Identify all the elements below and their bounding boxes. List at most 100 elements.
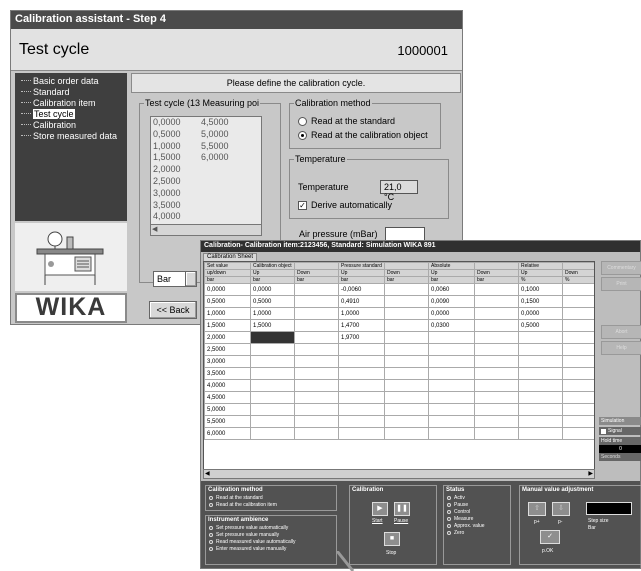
derive-automatically-checkbox[interactable]: ✓ Derive automatically [298,198,392,212]
table-cell[interactable] [338,343,385,356]
table-cell[interactable]: 1,0000 [204,307,251,320]
radio-icon[interactable] [209,495,213,500]
scroll-left-icon[interactable]: ◀ [205,470,210,477]
table-cell[interactable]: 1,5000 [204,319,251,332]
nav-item[interactable]: Test cycle [15,108,127,119]
table-cell[interactable] [384,379,429,392]
table-cell[interactable] [428,427,475,440]
unit-dropdown-button[interactable] [185,271,197,287]
method-pane-option[interactable]: Read at the standard [206,494,336,501]
table-cell[interactable] [294,283,339,296]
table-cell[interactable] [384,355,429,368]
commentary-button[interactable]: Commentary [601,261,641,275]
list-item[interactable]: 4,0000 [151,211,261,223]
ambience-option[interactable]: Set pressure value manually [206,531,336,538]
table-cell[interactable]: 0,1500 [518,295,563,308]
table-cell[interactable]: 3,0000 [204,355,251,368]
radio-icon[interactable] [209,525,213,530]
list-item[interactable]: 1,5000 6,0000 [151,152,261,164]
list-item[interactable]: 3,5000 [151,200,261,212]
table-cell[interactable] [518,367,563,380]
table-cell[interactable] [250,343,295,356]
measuring-points-list[interactable]: 0,0000 4,5000 0,5000 5,0000 1,0000 5,5000 1,50… [150,116,262,236]
table-cell[interactable] [562,295,594,308]
signal-checkbox[interactable]: Signal [599,427,641,435]
list-item[interactable]: 0,5000 5,0000 [151,129,261,141]
table-cell[interactable] [562,427,594,440]
table-cell[interactable]: 4,0000 [204,379,251,392]
table-cell[interactable] [474,319,519,332]
table-cell[interactable] [338,415,385,428]
grid-scrollbar[interactable]: ◀ ▶ [203,469,595,479]
table-cell[interactable] [294,319,339,332]
table-cell[interactable] [384,295,429,308]
table-cell[interactable] [294,379,339,392]
table-cell[interactable]: 2,0000 [204,331,251,344]
help-button[interactable]: Help [601,341,641,355]
table-cell[interactable] [250,331,295,344]
pause-button[interactable]: ❚❚ [394,502,410,516]
table-cell[interactable]: 0,0060 [428,283,475,296]
table-cell[interactable] [294,331,339,344]
table-cell[interactable] [384,331,429,344]
nav-item[interactable]: Basic order data [15,75,127,86]
table-cell[interactable] [428,355,475,368]
radio-icon[interactable] [209,546,213,551]
table-cell[interactable] [250,367,295,380]
table-cell[interactable] [428,343,475,356]
table-cell[interactable] [294,403,339,416]
table-cell[interactable] [384,403,429,416]
table-cell[interactable] [338,379,385,392]
table-cell[interactable]: 4,5000 [204,391,251,404]
print-button[interactable]: Print [601,277,641,291]
radio-icon[interactable] [209,532,213,537]
table-cell[interactable] [518,415,563,428]
table-cell[interactable]: 0,1000 [518,283,563,296]
table-cell[interactable]: 1,0000 [250,307,295,320]
table-cell[interactable]: 1,4700 [338,319,385,332]
checkbox-icon[interactable]: ✓ [298,200,307,210]
table-cell[interactable] [474,295,519,308]
table-cell[interactable]: 0,0090 [428,295,475,308]
table-cell[interactable] [474,379,519,392]
table-cell[interactable] [294,355,339,368]
table-cell[interactable] [338,355,385,368]
table-cell[interactable] [428,379,475,392]
table-cell[interactable] [474,391,519,404]
table-cell[interactable] [428,403,475,416]
back-button[interactable]: << Back [149,301,197,319]
scroll-left-icon[interactable]: ◀ [152,226,161,234]
table-cell[interactable] [384,343,429,356]
table-cell[interactable] [474,307,519,320]
table-cell[interactable] [384,307,429,320]
nav-item[interactable]: Store measured data [15,130,127,141]
nav-item[interactable]: Calibration item [15,97,127,108]
table-cell[interactable] [384,319,429,332]
radio-icon[interactable] [209,502,213,507]
table-cell[interactable] [294,343,339,356]
table-cell[interactable] [562,319,594,332]
table-cell[interactable]: 0,4910 [338,295,385,308]
start-button[interactable]: ▶ [372,502,388,516]
table-cell[interactable]: 0,5000 [518,319,563,332]
table-cell[interactable] [562,355,594,368]
table-cell[interactable] [474,283,519,296]
table-cell[interactable] [338,403,385,416]
tab-calibration-sheet[interactable]: Calibration Sheet [203,253,258,261]
abort-button[interactable]: Abort [601,325,641,339]
table-cell[interactable] [474,355,519,368]
table-cell[interactable]: 0,5000 [250,295,295,308]
table-cell[interactable]: 0,0000 [428,307,475,320]
table-cell[interactable]: 1,9700 [338,331,385,344]
radio-icon[interactable] [298,130,307,140]
table-cell[interactable] [294,391,339,404]
pressure-ok-button[interactable]: ✓ [540,530,560,544]
table-cell[interactable] [562,367,594,380]
table-cell[interactable] [384,391,429,404]
table-cell[interactable]: -0,0060 [338,283,385,296]
checkbox-icon[interactable] [601,428,606,434]
table-cell[interactable] [294,295,339,308]
table-cell[interactable] [428,331,475,344]
table-cell[interactable] [474,415,519,428]
table-cell[interactable]: 0,0000 [250,283,295,296]
